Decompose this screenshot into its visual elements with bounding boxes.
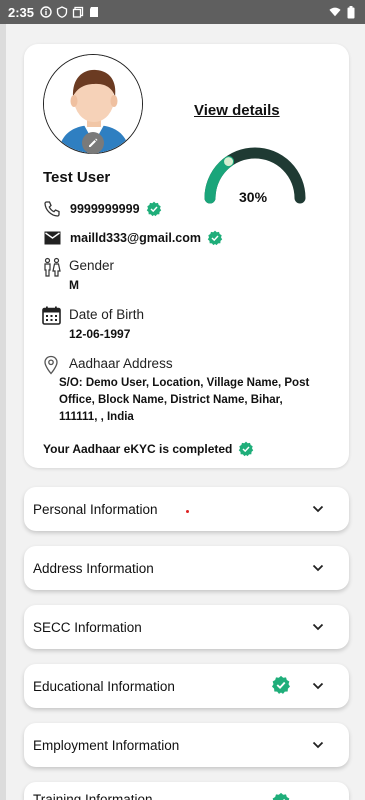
user-name: Test User xyxy=(43,169,111,186)
verified-icon xyxy=(272,675,290,694)
section-educational-information[interactable]: Educational Information xyxy=(24,664,349,708)
profile-card: View details 30% Test User 9999999999 ma… xyxy=(24,44,349,468)
chevron-down-icon[interactable] xyxy=(311,738,325,752)
chevron-down-icon[interactable] xyxy=(311,502,325,516)
gender-label: Gender xyxy=(69,258,115,273)
section-training-information[interactable]: Training Information xyxy=(24,782,349,800)
calendar-icon xyxy=(42,306,62,326)
chevron-down-icon[interactable] xyxy=(311,679,325,693)
section-title: Educational Information xyxy=(33,678,175,694)
dob-value: 12-06-1997 xyxy=(69,327,131,341)
profile-completion-percent: 30% xyxy=(239,189,268,205)
phone-value: 9999999999 xyxy=(70,202,140,216)
vpn-shield-icon xyxy=(56,6,68,18)
status-time: 2:35 xyxy=(8,4,35,20)
address-label: Aadhaar Address xyxy=(69,356,173,371)
touch-indicator xyxy=(186,510,189,513)
verified-icon xyxy=(239,441,254,457)
ekyc-status: Your Aadhaar eKYC is completed xyxy=(43,441,254,457)
sd-card-icon xyxy=(88,6,100,18)
phone-row: 9999999999 xyxy=(42,199,162,219)
left-scroll-edge xyxy=(0,24,6,800)
battery-icon xyxy=(345,5,357,18)
dob-label: Date of Birth xyxy=(69,307,145,322)
status-bar: 2:35 xyxy=(0,0,365,24)
phone-icon xyxy=(42,199,62,219)
section-secc-information[interactable]: SECC Information xyxy=(24,605,349,649)
section-title: Training Information xyxy=(33,792,153,800)
email-value: mailld333@gmail.com xyxy=(70,231,201,245)
edit-photo-button[interactable] xyxy=(82,132,104,154)
wifi-icon xyxy=(329,6,341,18)
section-title: Personal Information xyxy=(33,501,158,517)
section-employment-information[interactable]: Employment Information xyxy=(24,723,349,767)
copy-icon xyxy=(72,6,84,18)
address-value: S/O: Demo User, Location, Village Name, … xyxy=(59,377,310,423)
location-icon xyxy=(42,355,62,375)
section-title: SECC Information xyxy=(33,619,142,635)
chevron-down-icon[interactable] xyxy=(311,620,325,634)
verified-icon xyxy=(207,230,223,246)
ekyc-text: Your Aadhaar eKYC is completed xyxy=(43,442,233,456)
view-details-link[interactable]: View details xyxy=(194,102,280,119)
section-title: Address Information xyxy=(33,560,154,576)
pencil-icon xyxy=(89,138,98,147)
gender-icon xyxy=(42,257,62,277)
section-personal-information[interactable]: Personal Information xyxy=(24,487,349,531)
section-address-information[interactable]: Address Information xyxy=(24,546,349,590)
info-icon xyxy=(40,6,52,18)
gender-value: M xyxy=(69,278,79,292)
mail-icon xyxy=(42,228,62,248)
section-title: Employment Information xyxy=(33,737,180,753)
email-row: mailld333@gmail.com xyxy=(42,228,223,248)
verified-icon xyxy=(146,201,161,217)
verified-icon xyxy=(272,792,290,800)
chevron-down-icon[interactable] xyxy=(311,561,325,575)
